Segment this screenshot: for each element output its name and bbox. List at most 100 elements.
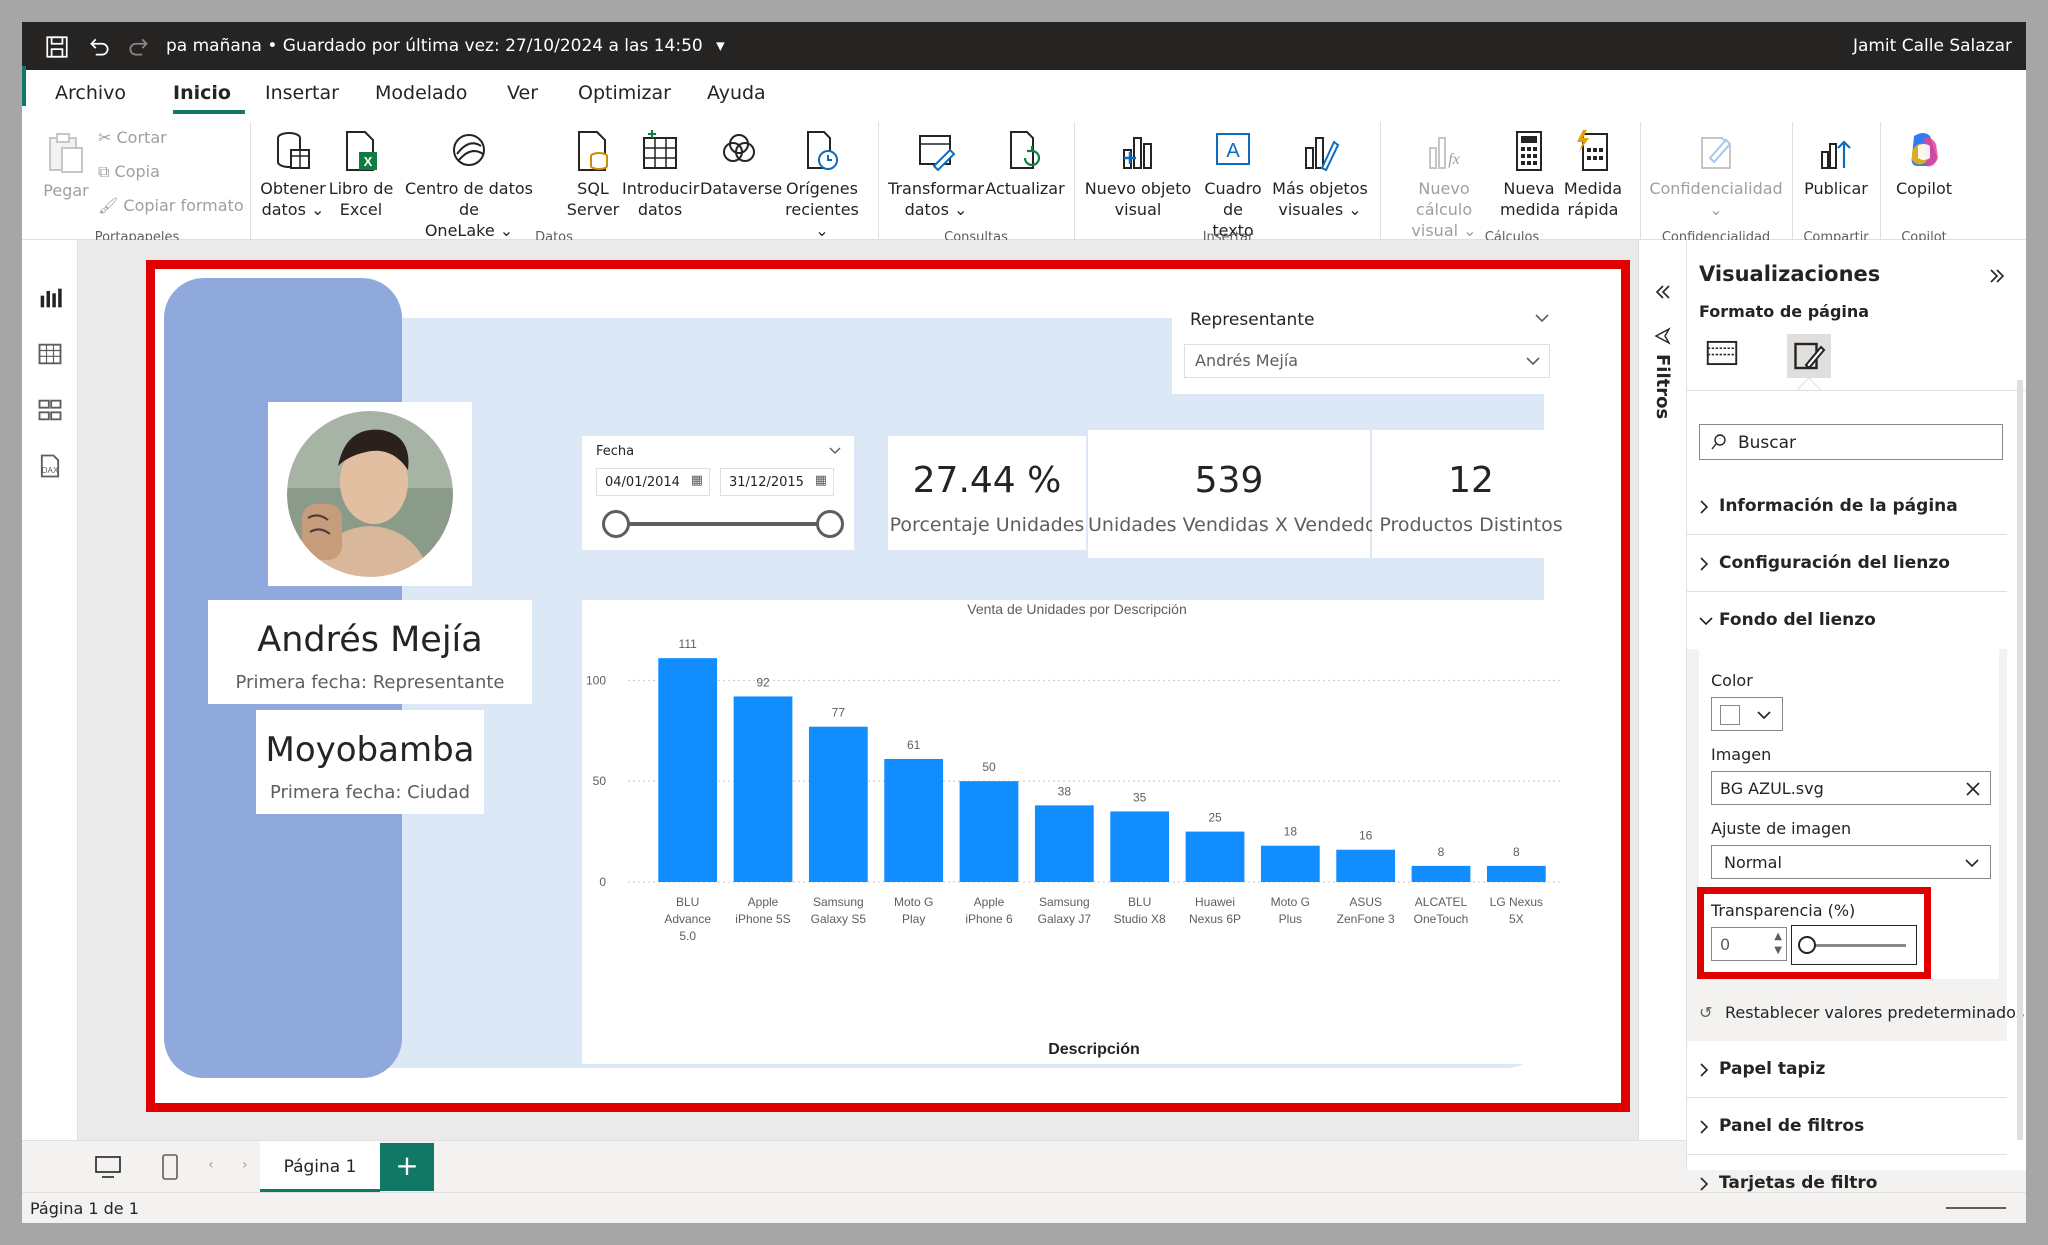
section-filter-pane[interactable]: Panel de filtros (1687, 1098, 2007, 1155)
chart-bar[interactable] (1034, 805, 1094, 882)
chevron-down-icon[interactable] (1534, 312, 1550, 324)
chart-bar[interactable] (1260, 845, 1320, 882)
slider-handle[interactable] (1798, 936, 1816, 954)
page-tab-1[interactable]: Página 1 (260, 1141, 380, 1193)
date-slider-start-handle[interactable] (602, 510, 630, 538)
date-slicer[interactable]: Fecha 04/01/2014 ▦ 31/12/2015 ▦ (582, 436, 854, 550)
redo-icon[interactable] (126, 34, 152, 60)
section-page-info[interactable]: Información de la página (1687, 478, 2007, 535)
report-view-icon[interactable] (36, 284, 64, 312)
format-painter-button[interactable]: 🖌 Copiar formato (98, 196, 244, 215)
quick-measure-button[interactable]: Medida rápida (1562, 128, 1624, 220)
add-page-button[interactable]: + (380, 1143, 434, 1191)
date-slider-track[interactable] (616, 522, 826, 526)
new-visual-calc-button[interactable]: fx Nuevo cálculo visual ⌄ (1388, 128, 1500, 241)
tab-archivo[interactable]: Archivo (55, 82, 126, 104)
brush-icon: 🖌 (98, 196, 124, 215)
chart-bar[interactable] (1336, 849, 1396, 882)
copy-button[interactable]: ⧉ Copia (98, 162, 160, 182)
chart-bar[interactable] (808, 726, 868, 882)
tab-inicio[interactable]: Inicio (173, 82, 231, 104)
image-file-field[interactable]: BG AZUL.svg (1711, 771, 1991, 805)
section-wallpaper[interactable]: Papel tapiz (1687, 1041, 2007, 1098)
new-measure-button[interactable]: Nueva medida (1500, 128, 1560, 220)
chevron-down-icon[interactable]: ▾ (716, 36, 725, 56)
undo-icon[interactable] (86, 34, 112, 60)
bar-chart[interactable]: Venta de Unidades por Descripción Descri… (582, 600, 1572, 1064)
section-canvas-settings[interactable]: Configuración del lienzo (1687, 535, 2007, 592)
spin-arrows-icon[interactable]: ▲ ▼ (1774, 930, 1782, 958)
tab-ayuda[interactable]: Ayuda (707, 82, 766, 104)
pane-scrollbar[interactable] (2017, 380, 2023, 1140)
representante-slicer[interactable]: Representante Andrés Mejía (1172, 292, 1562, 394)
tab-optimizar[interactable]: Optimizar (578, 82, 671, 104)
data-label: 50 (982, 760, 996, 774)
refresh-button[interactable]: Actualizar (984, 128, 1066, 199)
close-icon[interactable] (1964, 780, 1982, 798)
dax-query-view-icon[interactable]: DAX (36, 452, 64, 480)
transparency-slider[interactable] (1791, 925, 1917, 965)
double-chevron-left-icon[interactable] (1653, 282, 1673, 302)
avatar (285, 409, 455, 579)
slicer-dropdown[interactable]: Andrés Mejía (1184, 344, 1550, 378)
bar-chart-card[interactable]: Venta de Unidades por Descripción Descri… (582, 600, 1572, 1064)
dataverse-button[interactable]: Dataverse (700, 128, 782, 199)
chevron-down-icon[interactable] (828, 446, 842, 456)
chevron-left-icon[interactable]: ‹ (208, 1157, 214, 1173)
text-box-button[interactable]: A Cuadro de texto (1192, 128, 1274, 241)
paste-button[interactable]: Pegar (36, 130, 96, 201)
build-visual-icon[interactable] (1703, 334, 1741, 372)
chevron-right-icon[interactable]: › (242, 1157, 248, 1173)
table-view-icon[interactable] (36, 340, 64, 368)
enter-data-button[interactable]: Introducir datos (622, 128, 699, 220)
chart-bar[interactable] (959, 781, 1019, 882)
transparency-input[interactable]: 0 ▲ ▼ (1711, 927, 1787, 961)
chart-bar[interactable] (1486, 865, 1546, 882)
chart-bar[interactable] (658, 658, 718, 882)
chart-bar[interactable] (733, 696, 793, 882)
date-slicer-title: Fecha (596, 444, 635, 459)
search-input[interactable]: Buscar (1699, 424, 2003, 460)
end-date-input[interactable]: 31/12/2015 ▦ (720, 468, 834, 496)
calendar-icon[interactable]: ▦ (815, 473, 827, 488)
slider-track[interactable] (1806, 944, 1906, 947)
publish-button[interactable]: Publicar (1800, 128, 1872, 199)
user-name[interactable]: Jamit Calle Salazar (1853, 36, 2012, 56)
double-chevron-right-icon[interactable] (1987, 266, 2007, 286)
date-slider-end-handle[interactable] (816, 510, 844, 538)
format-page-tab[interactable] (1787, 334, 1831, 378)
tab-ver[interactable]: Ver (507, 82, 538, 104)
visual-calc-label-2: visual ⌄ (1411, 221, 1477, 240)
start-date-input[interactable]: 04/01/2014 ▦ (596, 468, 710, 496)
mobile-layout-icon[interactable] (160, 1153, 180, 1181)
new-visual-button[interactable]: Nuevo objeto visual (1082, 128, 1194, 220)
chart-bar[interactable] (1411, 865, 1471, 882)
cut-button[interactable]: ✂ Cortar (98, 128, 167, 147)
section-canvas-background[interactable]: Fondo del lienzo (1687, 592, 2007, 649)
excel-workbook-button[interactable]: X Libro de Excel (328, 128, 394, 220)
desktop-layout-icon[interactable] (94, 1155, 122, 1179)
calendar-icon[interactable]: ▦ (691, 473, 703, 488)
sql-server-button[interactable]: SQL Server (556, 128, 630, 220)
document-title[interactable]: pa mañana • Guardado por última vez: 27/… (166, 36, 725, 56)
get-data-button[interactable]: Obtener datos ⌄ (260, 128, 326, 220)
copilot-button[interactable]: Copilot (1888, 128, 1960, 199)
chart-bar[interactable] (1185, 831, 1245, 882)
chart-bar[interactable] (1110, 811, 1170, 882)
sensitivity-button[interactable]: Confidencialidad ⌄ (1648, 128, 1784, 220)
recent-sources-button[interactable]: Orígenes recientes ⌄ (780, 128, 864, 241)
color-picker[interactable] (1711, 697, 1783, 731)
onelake-button[interactable]: Centro de datos de OneLake ⌄ (394, 128, 544, 241)
image-fit-dropdown[interactable]: Normal (1711, 845, 1991, 879)
tab-modelado[interactable]: Modelado (375, 82, 467, 104)
filters-label[interactable]: Filtros (1652, 354, 1673, 419)
filters-pane-collapsed[interactable]: Filtros (1638, 240, 1686, 1170)
more-visuals-button[interactable]: Más objetos visuales ⌄ (1272, 128, 1368, 220)
chart-bar[interactable] (884, 758, 944, 882)
reset-defaults-button[interactable]: ↺ Restablecer valores predeterminados (1687, 989, 2024, 1041)
tab-insertar[interactable]: Insertar (265, 82, 339, 104)
model-view-icon[interactable] (36, 396, 64, 424)
transform-data-button[interactable]: Transformar datos ⌄ (888, 128, 984, 220)
save-icon[interactable] (44, 34, 70, 60)
zoom-slider[interactable] (1946, 1207, 2006, 1209)
